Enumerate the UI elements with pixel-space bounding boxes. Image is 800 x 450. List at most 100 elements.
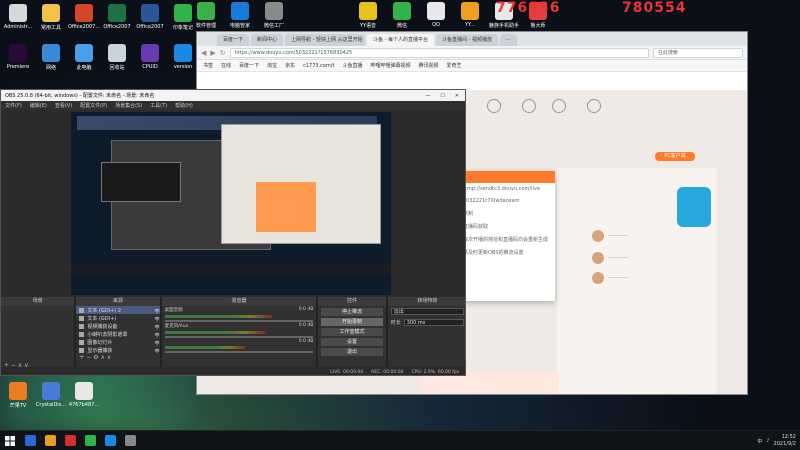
desktop-icon[interactable]: 微信工厂 [258, 2, 290, 29]
obs-menu-item[interactable]: 配置文件(P) [80, 102, 107, 109]
desktop-icon[interactable]: 微信 [386, 2, 418, 29]
clock[interactable]: 12:52 2021/9/2 [774, 434, 796, 448]
taskbar-app-button[interactable] [60, 431, 80, 450]
bookmark-item[interactable]: 京东 [285, 62, 295, 69]
bookmark-item[interactable]: 腾讯视频 [419, 62, 439, 69]
stream-key-dialog[interactable]: rtmp://sendtc3.douyu.com/live 5032221r7XI… [459, 171, 555, 301]
channel-db: 0.0 dB [298, 307, 314, 312]
desktop-icon[interactable]: 芒果TV [2, 382, 34, 409]
desktop-icon[interactable]: 此电脑 [68, 44, 100, 71]
control-button[interactable]: 退出 [321, 348, 383, 356]
desktop-icon[interactable]: YY... [454, 2, 486, 28]
close-icon[interactable]: ✕ [455, 93, 459, 99]
duration-input[interactable]: 300 ms [403, 319, 464, 326]
browser-tab[interactable]: 斗鱼 - 每个人的直播平台 [367, 34, 435, 46]
browser-tab[interactable]: 新闻中心 [251, 34, 284, 46]
desktop-icon[interactable]: CrystalDis... [35, 382, 67, 408]
desktop-icon[interactable]: 4767b487... [68, 382, 100, 408]
bookmark-item[interactable]: 斗鱼直播 [342, 62, 362, 69]
pc-client-button[interactable]: PC客户端 [655, 152, 695, 161]
transition-select[interactable]: 淡出 [390, 308, 464, 315]
scene-list[interactable] [1, 306, 74, 362]
desktop-icon[interactable]: CPUID [134, 44, 166, 70]
obs-menu-item[interactable]: 场景集合(S) [115, 102, 142, 109]
bookmark-item[interactable]: 在线 [221, 62, 231, 69]
obs-menu-item[interactable]: 帮助(H) [175, 102, 193, 109]
eye-icon[interactable]: 👁 [155, 308, 160, 313]
taskbar-app-button[interactable] [40, 431, 60, 450]
desktop-icon[interactable]: YY语音 [352, 2, 384, 29]
control-button[interactable]: 工作室模式 [321, 328, 383, 336]
eye-icon[interactable]: 👁 [155, 324, 160, 329]
back-icon[interactable]: ◀ [201, 49, 206, 57]
obs-menu-item[interactable]: 文件(F) [5, 102, 22, 109]
refresh-icon[interactable]: ↻ [220, 49, 226, 57]
desktop-icon[interactable]: 回收站 [101, 44, 133, 71]
desktop-icon-icon [75, 382, 93, 400]
desktop-icon[interactable]: Office2007... [68, 4, 100, 30]
control-button[interactable]: 开始录制 [321, 318, 383, 326]
bookmark-item[interactable]: 爱奇艺 [447, 62, 462, 69]
taskbar-app-button[interactable] [80, 431, 100, 450]
taskbar-app-button[interactable] [120, 431, 140, 450]
desktop-icon[interactable]: 网络 [35, 44, 67, 71]
desktop-icon-label: 网络 [45, 65, 56, 71]
source-list[interactable]: 文本 (GDI+) 2 👁 文本 (GDI+) 👁 视频捕获设备 👁 小喇叭去阴影遮罩 👁 图像… [76, 306, 160, 354]
source-toolbar[interactable]: + − ⚙ ∧ ∨ [76, 354, 159, 361]
bookmark-item[interactable]: 百度一下 [239, 62, 259, 69]
eye-icon[interactable]: 👁 [155, 348, 160, 353]
input-language[interactable]: 中 [757, 438, 762, 445]
source-name: 小喇叭去阴影遮罩 [87, 331, 128, 338]
taskbar-app-button[interactable] [100, 431, 120, 450]
desktop-icon[interactable]: version [167, 44, 199, 70]
desktop-icon[interactable]: Office2007 [134, 4, 166, 30]
desktop-icon-label: 微信 [396, 23, 407, 29]
desktop-icon[interactable]: Premiere [2, 44, 34, 70]
bookmark-item[interactable]: 哔哩哔哩弹幕视频 [370, 62, 410, 69]
nav-icon-1[interactable] [487, 99, 501, 113]
desktop-icon[interactable]: Office2007 [101, 4, 133, 30]
source-row[interactable]: 文本 (GDI+) 2 👁 [76, 306, 160, 314]
volume-icon[interactable]: ♪ [766, 438, 769, 444]
nav-icon-4[interactable] [587, 99, 601, 113]
bookmark-item[interactable]: 书签 [203, 62, 213, 69]
maximize-icon[interactable]: ☐ [440, 93, 444, 99]
nav-icon-2[interactable] [522, 99, 536, 113]
eye-icon[interactable]: 👁 [155, 332, 160, 337]
bookmark-item[interactable]: c1773.com/t [303, 63, 334, 69]
start-button[interactable] [0, 431, 20, 450]
avatar-badge [677, 187, 711, 227]
nav-icon-3[interactable] [552, 99, 566, 113]
url-input[interactable]: https://www.douyu.com/5032221?1576830425 [229, 47, 649, 58]
source-row[interactable]: 文本 (GDI+) 👁 [76, 314, 160, 322]
desktop-icon[interactable]: 软件管理 [190, 2, 222, 29]
desktop-icon[interactable]: Administr... [2, 4, 34, 30]
source-row[interactable]: 视频捕获设备 👁 [76, 322, 160, 330]
obs-menu-item[interactable]: 工具(T) [150, 102, 167, 109]
minimize-icon[interactable]: — [425, 93, 430, 99]
browser-tab[interactable]: 百度一下 [217, 34, 250, 46]
desktop-icon[interactable]: 常用工具 [35, 4, 67, 31]
forward-icon[interactable]: ▶ [210, 49, 215, 57]
desktop-icon[interactable]: 电脑管家 [224, 2, 256, 29]
desktop-icon[interactable]: QQ [420, 2, 452, 28]
bookmark-item[interactable]: 淘宝 [267, 62, 277, 69]
eye-icon[interactable]: 👁 [155, 316, 160, 321]
obs-window[interactable]: OBS 25.0.8 (64-bit, windows) - 配置文件: 未命名… [0, 89, 466, 376]
browser-tab[interactable]: 上网导航 - 轻快上网 从这里开始 [285, 34, 366, 46]
obs-menu-item[interactable]: 编辑(E) [30, 102, 47, 109]
search-input[interactable]: 在此搜索 [653, 47, 743, 58]
obs-menu-item[interactable]: 查看(V) [55, 102, 72, 109]
obs-preview[interactable] [71, 112, 391, 295]
source-row[interactable]: 显示器捕获 👁 [76, 346, 160, 354]
volume-slider[interactable] [164, 351, 314, 353]
control-button[interactable]: 停止推流 [321, 308, 383, 316]
browser-tab[interactable]: 斗鱼直播间 - 视频播放 [436, 34, 498, 46]
browser-tab[interactable]: ... [500, 34, 517, 46]
source-row[interactable]: 小喇叭去阴影遮罩 👁 [76, 330, 160, 338]
desktop-icon-icon [427, 2, 445, 20]
eye-icon[interactable]: 👁 [155, 340, 160, 345]
source-row[interactable]: 图像幻灯片 👁 [76, 338, 160, 346]
taskbar-app-button[interactable] [20, 431, 40, 450]
control-button[interactable]: 设置 [321, 338, 383, 346]
